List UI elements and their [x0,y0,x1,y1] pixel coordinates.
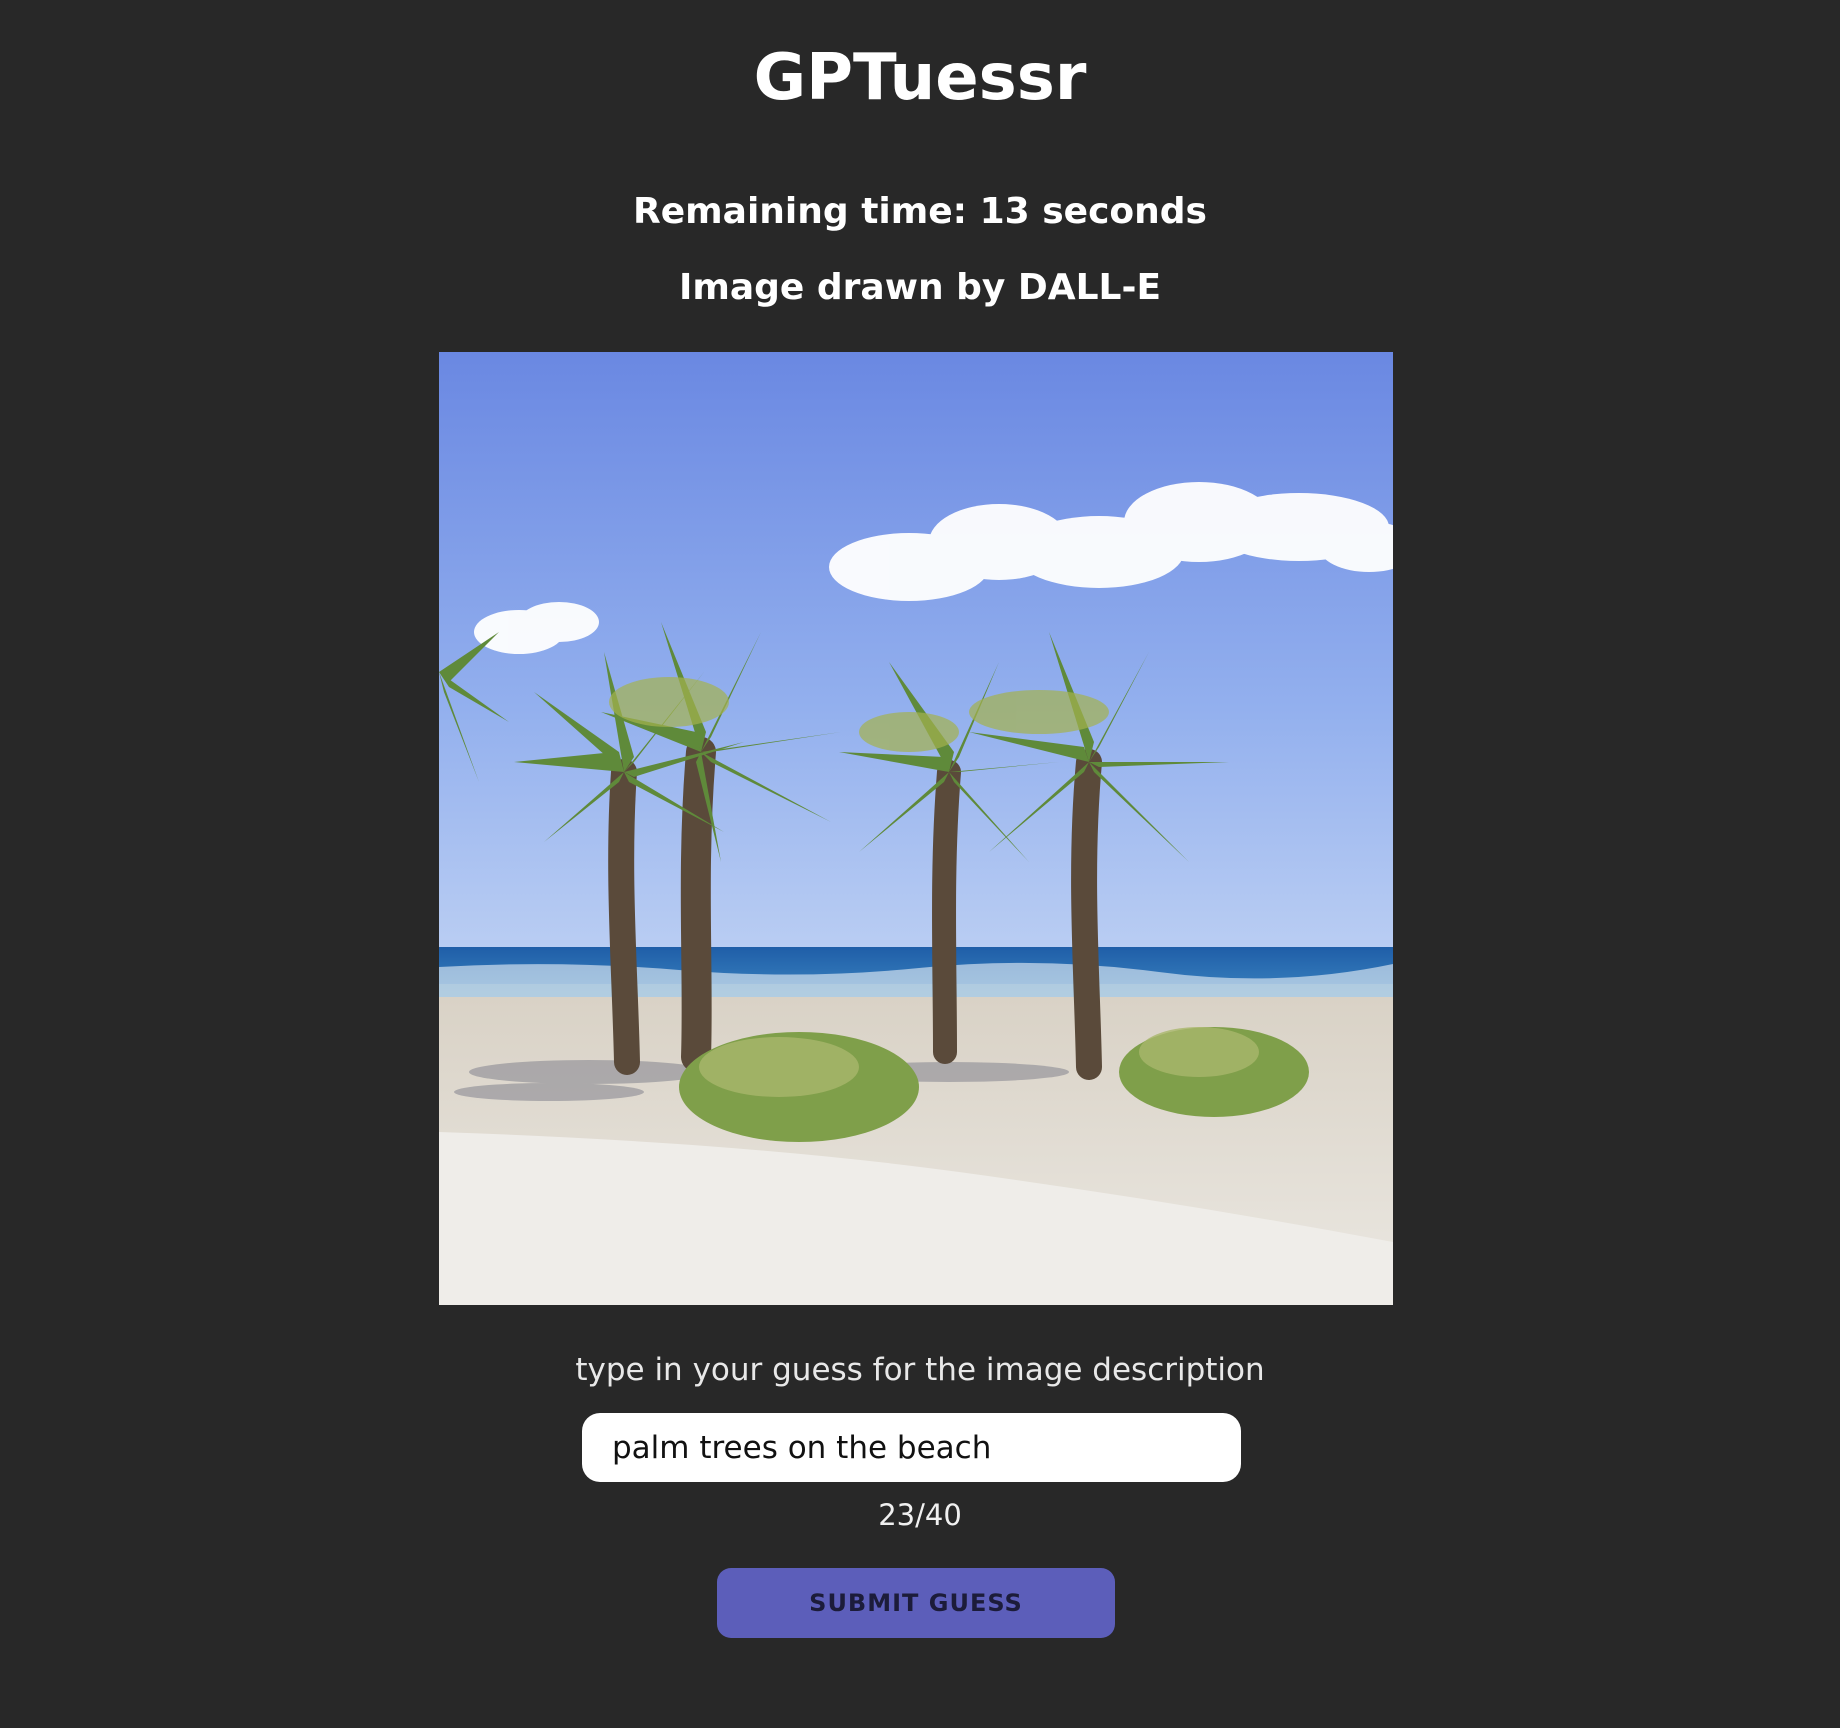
submit-guess-button[interactable]: SUBMIT GUESS [717,1568,1115,1638]
character-count: 23/40 [878,1498,962,1532]
game-page: GPTuessr Remaining time: 13 seconds Imag… [0,0,1840,1728]
remaining-time: Remaining time: 13 seconds [633,191,1207,232]
guess-prompt: type in your guess for the image descrip… [575,1352,1265,1388]
guess-input[interactable] [582,1413,1241,1482]
generated-image [439,352,1393,1305]
app-title: GPTuessr [753,41,1087,115]
image-credit: Image drawn by DALL-E [678,267,1162,308]
